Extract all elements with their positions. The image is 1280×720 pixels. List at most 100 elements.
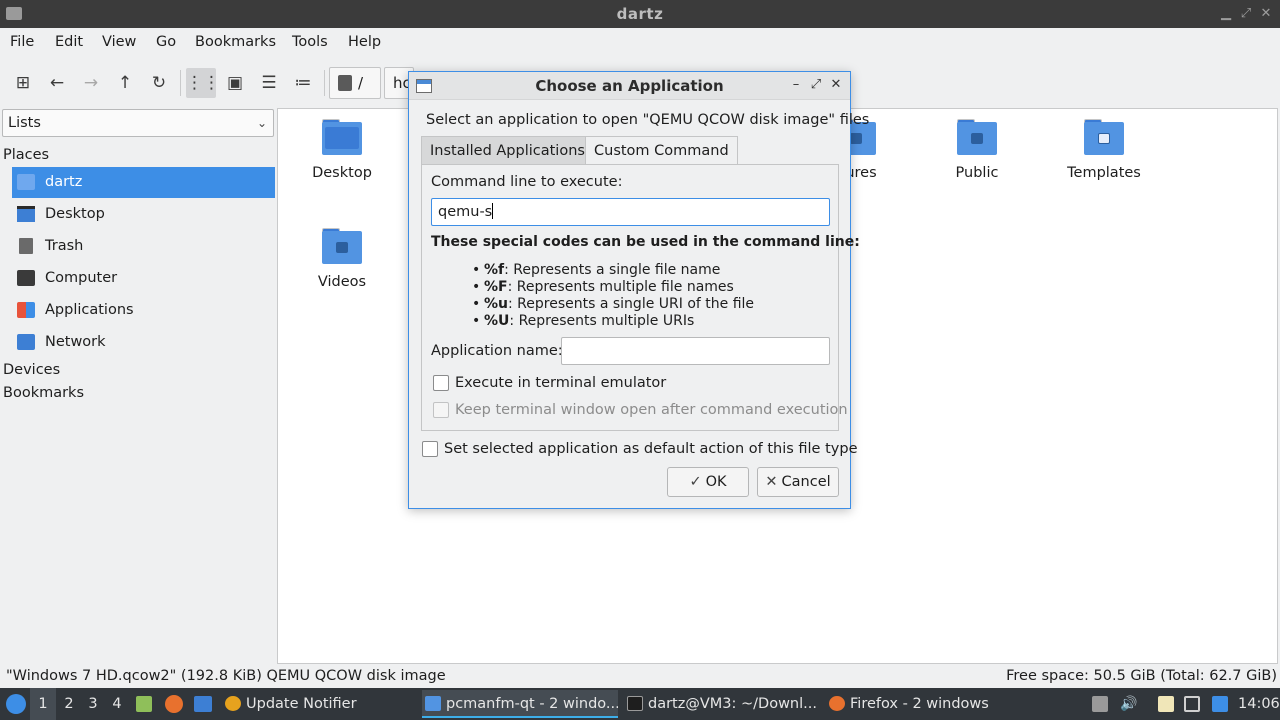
file-label: Videos	[317, 274, 367, 290]
menu-view[interactable]: View	[102, 34, 136, 50]
cancel-button[interactable]: ✕ Cancel	[757, 467, 839, 497]
ok-button[interactable]: ✓ OK	[667, 467, 749, 497]
task-file-manager[interactable]: pcmanfm-qt - 2 windo...	[422, 690, 618, 718]
trash-icon	[19, 238, 33, 254]
file-item-public[interactable]: Public	[922, 119, 1032, 181]
sidebar-item-label: Desktop	[45, 206, 105, 222]
menu-bookmarks[interactable]: Bookmarks	[195, 34, 276, 50]
menu-help[interactable]: Help	[348, 34, 381, 50]
clock[interactable]: 14:06	[1238, 688, 1280, 720]
command-value: qemu-s	[438, 204, 493, 220]
bookmarks-heading[interactable]: Bookmarks	[3, 385, 84, 401]
reload-icon[interactable]: ↻	[144, 68, 174, 98]
sidebar-item-label: Applications	[45, 302, 134, 318]
sidebar-item-network[interactable]: Network	[12, 327, 275, 358]
dialog-title: Choose an Application	[535, 77, 724, 95]
application-name-input[interactable]	[561, 337, 830, 365]
thumbnail-view-icon[interactable]: ▣	[220, 68, 250, 98]
task-terminal[interactable]: dartz@VM3: ~/Downl...	[624, 690, 820, 718]
code-item: %F: Represents multiple file names	[472, 279, 754, 296]
file-item-videos[interactable]: Videos	[287, 228, 397, 290]
terminal-icon	[627, 696, 643, 711]
menu-tools[interactable]: Tools	[292, 34, 328, 50]
task-label: pcmanfm-qt - 2 windo...	[446, 696, 618, 712]
desktop-switch-3[interactable]: 3	[84, 688, 102, 720]
folder-desktop-icon	[322, 119, 362, 155]
clipboard-icon[interactable]	[1158, 696, 1174, 712]
tray-expand-icon[interactable]	[1092, 696, 1108, 712]
firefox-icon	[829, 696, 845, 711]
menu-edit[interactable]: Edit	[55, 34, 83, 50]
places-heading[interactable]: Places	[3, 147, 49, 163]
folder-public-icon	[957, 119, 997, 155]
sidebar-view-combo[interactable]: Lists ⌄	[2, 109, 274, 137]
desktop-icon	[17, 206, 35, 222]
desktop-switch-1[interactable]: 1	[30, 688, 56, 720]
keep-terminal-open-label: Keep terminal window open after command …	[455, 402, 848, 418]
execute-in-terminal-checkbox[interactable]	[433, 375, 449, 391]
file-item-desktop[interactable]: Desktop	[287, 119, 397, 181]
minimize-icon[interactable]: ▁	[1218, 6, 1234, 22]
close-icon[interactable]: ✕	[1258, 6, 1274, 22]
forward-icon[interactable]: →	[76, 68, 106, 98]
compact-view-icon[interactable]: ☰	[254, 68, 284, 98]
sidebar-item-computer[interactable]: Computer	[12, 263, 275, 294]
execute-in-terminal-label: Execute in terminal emulator	[455, 375, 667, 391]
command-input[interactable]: qemu-s	[431, 198, 830, 226]
devices-heading[interactable]: Devices	[3, 362, 60, 378]
file-item-templates[interactable]: Templates	[1049, 119, 1159, 181]
desktop-switch-2[interactable]: 2	[60, 688, 78, 720]
new-tab-icon[interactable]: ⊞	[8, 68, 38, 98]
computer-icon	[17, 270, 35, 286]
up-icon[interactable]: ↑	[110, 68, 140, 98]
drive-icon	[338, 75, 352, 91]
icon-view-icon[interactable]: ⋮⋮	[186, 68, 220, 98]
tab-custom-command[interactable]: Custom Command	[585, 136, 738, 166]
task-label: Update Notifier	[246, 696, 357, 712]
dialog-minimize-icon[interactable]: –	[788, 77, 804, 93]
update-notifier-icon	[225, 696, 241, 711]
status-free-space: Free space: 50.5 GiB (Total: 62.7 GiB)	[1006, 668, 1277, 684]
special-codes-list: %f: Represents a single file name %F: Re…	[472, 262, 754, 330]
code-item: %U: Represents multiple URIs	[472, 313, 754, 330]
desktop-switch-4[interactable]: 4	[108, 688, 126, 720]
taskbar: 1 2 3 4 Update Notifier pcmanfm-qt - 2 w…	[0, 688, 1280, 720]
back-icon[interactable]: ←	[42, 68, 72, 98]
keep-terminal-open-checkbox[interactable]	[433, 402, 449, 418]
window-titlebar: dartz ▁ ⤢ ✕	[0, 0, 1280, 28]
sidebar-item-trash[interactable]: Trash	[12, 231, 275, 262]
detailed-view-icon[interactable]: ≔	[288, 68, 318, 98]
task-firefox[interactable]: Firefox - 2 windows	[826, 690, 1006, 718]
path-root-button[interactable]: /	[329, 67, 381, 99]
file-manager-icon	[425, 696, 441, 711]
folder-templates-icon	[1084, 119, 1124, 155]
network-icon	[17, 334, 35, 350]
code-item: %f: Represents a single file name	[472, 262, 754, 279]
set-default-checkbox[interactable]	[422, 441, 438, 457]
dialog-description: Select an application to open "QEMU QCOW…	[426, 112, 870, 128]
dialog-close-icon[interactable]: ✕	[828, 77, 844, 93]
code-item: %u: Represents a single URI of the file	[472, 296, 754, 313]
task-update-notifier[interactable]: Update Notifier	[222, 690, 412, 718]
firefox-launcher-icon[interactable]	[165, 695, 183, 713]
sidebar-item-label: Computer	[45, 270, 118, 286]
display-icon[interactable]	[1184, 696, 1200, 712]
files-launcher-icon[interactable]	[136, 696, 152, 712]
menubar: File Edit View Go Bookmarks Tools Help	[0, 28, 1280, 58]
sidebar-item-desktop[interactable]: Desktop	[12, 199, 275, 230]
maximize-icon[interactable]: ⤢	[1238, 6, 1254, 22]
show-desktop-icon[interactable]	[194, 696, 212, 712]
menu-go[interactable]: Go	[156, 34, 176, 50]
menu-file[interactable]: File	[10, 34, 34, 50]
tab-installed-applications[interactable]: Installed Applications	[421, 136, 594, 165]
dialog-titlebar: Choose an Application – ⤢ ✕	[409, 72, 850, 100]
custom-command-panel: Command line to execute: qemu-s These sp…	[421, 164, 860, 431]
volume-icon[interactable]: 🔊	[1120, 696, 1137, 712]
start-menu-icon[interactable]	[6, 694, 26, 714]
dialog-maximize-icon[interactable]: ⤢	[808, 77, 824, 93]
file-label: Templates	[1067, 165, 1141, 181]
sidebar-item-applications[interactable]: Applications	[12, 295, 275, 326]
status-selection: "Windows 7 HD.qcow2" (192.8 KiB) QEMU QC…	[6, 668, 446, 684]
update-tray-icon[interactable]	[1212, 696, 1228, 712]
sidebar-item-home[interactable]: dartz	[12, 167, 275, 198]
